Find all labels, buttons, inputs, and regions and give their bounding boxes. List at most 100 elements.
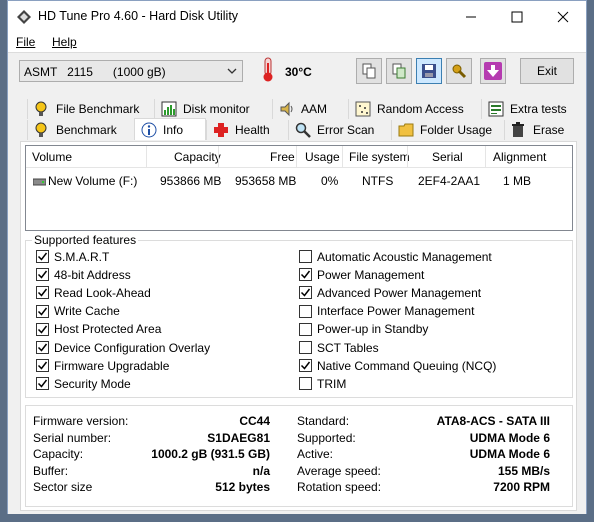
volume-name[interactable]: New Volume (F:) (48, 174, 137, 188)
trash-icon (511, 122, 527, 138)
volume-file-system: NTFS (362, 174, 394, 188)
feature-automatic-acoustic-management: Automatic Acoustic Management (299, 249, 492, 264)
info-icon (141, 122, 157, 138)
feature-device-configuration-overlay: Device Configuration Overlay (36, 340, 210, 355)
menu-help[interactable]: Help (52, 35, 77, 49)
feature-label: Firmware Upgradable (54, 358, 170, 373)
close-button[interactable] (540, 1, 586, 32)
tab-random-access[interactable]: Random Access (348, 99, 481, 119)
checkmark-icon (37, 307, 48, 316)
feature-power-up-in-standby: Power-up in Standby (299, 322, 428, 337)
feature-power-management: Power Management (299, 267, 424, 282)
feature-48-bit-address: 48-bit Address (36, 267, 131, 282)
info-value: CC44 (239, 414, 270, 428)
checkmark-icon (37, 270, 48, 279)
tab-extra-tests[interactable]: Extra tests (481, 99, 577, 119)
column-free[interactable]: Free (270, 150, 295, 164)
maximize-button[interactable] (494, 1, 540, 32)
volume-serial: 2EF4-2AA1 (418, 174, 481, 188)
thermometer-icon (263, 57, 273, 82)
copy-button[interactable] (356, 58, 382, 84)
app-icon (17, 10, 31, 24)
feature-label: Device Configuration Overlay (54, 340, 211, 355)
title-bar: HD Tune Pro 4.60 - Hard Disk Utility (8, 1, 586, 32)
feature-write-cache: Write Cache (36, 304, 120, 319)
supported-features-group: Supported features S.M.A.R.T 48-bit Addre… (25, 233, 573, 398)
feature-label: Power Management (317, 267, 425, 282)
save-button[interactable] (416, 58, 442, 84)
column-usage[interactable]: Usage (305, 150, 340, 164)
volume-list-header: Volume Capacity Free Usage File system S… (26, 146, 572, 168)
exit-button[interactable]: Exit (520, 58, 574, 84)
feature-security-mode: Security Mode (36, 376, 131, 391)
tab-health[interactable]: Health (206, 120, 288, 140)
tab-aam[interactable]: AAM (272, 99, 348, 119)
drive-select[interactable]: ASMT 2115 (1000 gB) (19, 60, 243, 82)
info-value: UDMA Mode 6 (469, 430, 550, 445)
feature-firmware-upgradable: Firmware Upgradable (36, 358, 169, 373)
volume-list[interactable]: Volume Capacity Free Usage File system S… (25, 145, 573, 231)
feature-checkbox (299, 304, 312, 318)
speaker-icon (279, 101, 295, 117)
checkmark-icon (37, 379, 48, 389)
minimize-icon (466, 16, 476, 17)
feature-checkbox (36, 359, 49, 373)
column-alignment[interactable]: Alignment (493, 150, 546, 164)
maximize-icon (511, 11, 523, 22)
column-file-system[interactable]: File system (349, 150, 410, 164)
tab-benchmark[interactable]: Benchmark (27, 120, 134, 140)
tab-error-scan[interactable]: Error Scan (288, 120, 391, 140)
health-cross-icon (213, 122, 229, 138)
menu-file[interactable]: File (16, 35, 35, 49)
feature-checkbox (36, 250, 49, 263)
extra-tests-icon (488, 101, 504, 117)
menu-bar: File Help (8, 32, 586, 52)
feature-label: Advanced Power Management (317, 285, 482, 300)
column-capacity[interactable]: Capacity (174, 150, 221, 164)
feature-label: Read Look-Ahead (54, 285, 151, 300)
checkmark-icon (37, 361, 48, 370)
feature-checkbox (299, 341, 312, 354)
random-access-icon (355, 101, 371, 117)
column-volume[interactable]: Volume (32, 150, 72, 164)
column-serial[interactable]: Serial (432, 150, 463, 164)
save-icon (422, 64, 436, 78)
info-value: S1DAEG81 (207, 430, 270, 445)
copy-all-button[interactable] (386, 58, 412, 84)
checkmark-icon (37, 288, 48, 298)
feature-label: Interface Power Management (317, 304, 475, 319)
checkmark-icon (37, 325, 48, 334)
feature-label: Host Protected Area (54, 322, 162, 337)
feature-label: Native Command Queuing (NCQ) (317, 358, 497, 373)
minimize-button[interactable] (448, 1, 494, 32)
info-value: 7200 RPM (493, 480, 550, 495)
feature-label: TRIM (317, 376, 347, 391)
feature-label: S.M.A.R.T (54, 249, 110, 264)
close-icon (557, 11, 569, 22)
info-label: Firmware version: (33, 414, 129, 428)
feature-checkbox (36, 304, 49, 318)
feature-checkbox (299, 286, 312, 300)
wrench-icon (452, 64, 467, 79)
tab-strip: File Benchmark Disk monitor AAM Random A… (8, 99, 586, 142)
drive-select-value: ASMT 2115 (1000 gB) (24, 65, 166, 79)
info-label: Capacity: (33, 447, 84, 462)
feature-trim: TRIM (299, 376, 346, 391)
download-button[interactable] (480, 58, 506, 84)
options-button[interactable] (446, 58, 472, 84)
tab-file-benchmark[interactable]: File Benchmark (27, 99, 154, 119)
feature-checkbox (36, 286, 49, 300)
info-label: Supported: (297, 430, 356, 445)
info-label: Buffer: (33, 463, 69, 478)
copy-all-icon (392, 63, 406, 79)
feature-checkbox (36, 341, 49, 354)
tab-info[interactable]: Info (134, 118, 206, 140)
feature-checkbox (299, 377, 312, 391)
feature-checkbox (299, 322, 312, 336)
temperature-readout: 30°C (285, 65, 312, 79)
tab-erase[interactable]: Erase (504, 120, 577, 140)
tab-folder-usage[interactable]: Folder Usage (391, 120, 504, 140)
feature-advanced-power-management: Advanced Power Management (299, 285, 481, 300)
info-label: Active: (297, 447, 334, 462)
tab-disk-monitor[interactable]: Disk monitor (154, 99, 272, 119)
